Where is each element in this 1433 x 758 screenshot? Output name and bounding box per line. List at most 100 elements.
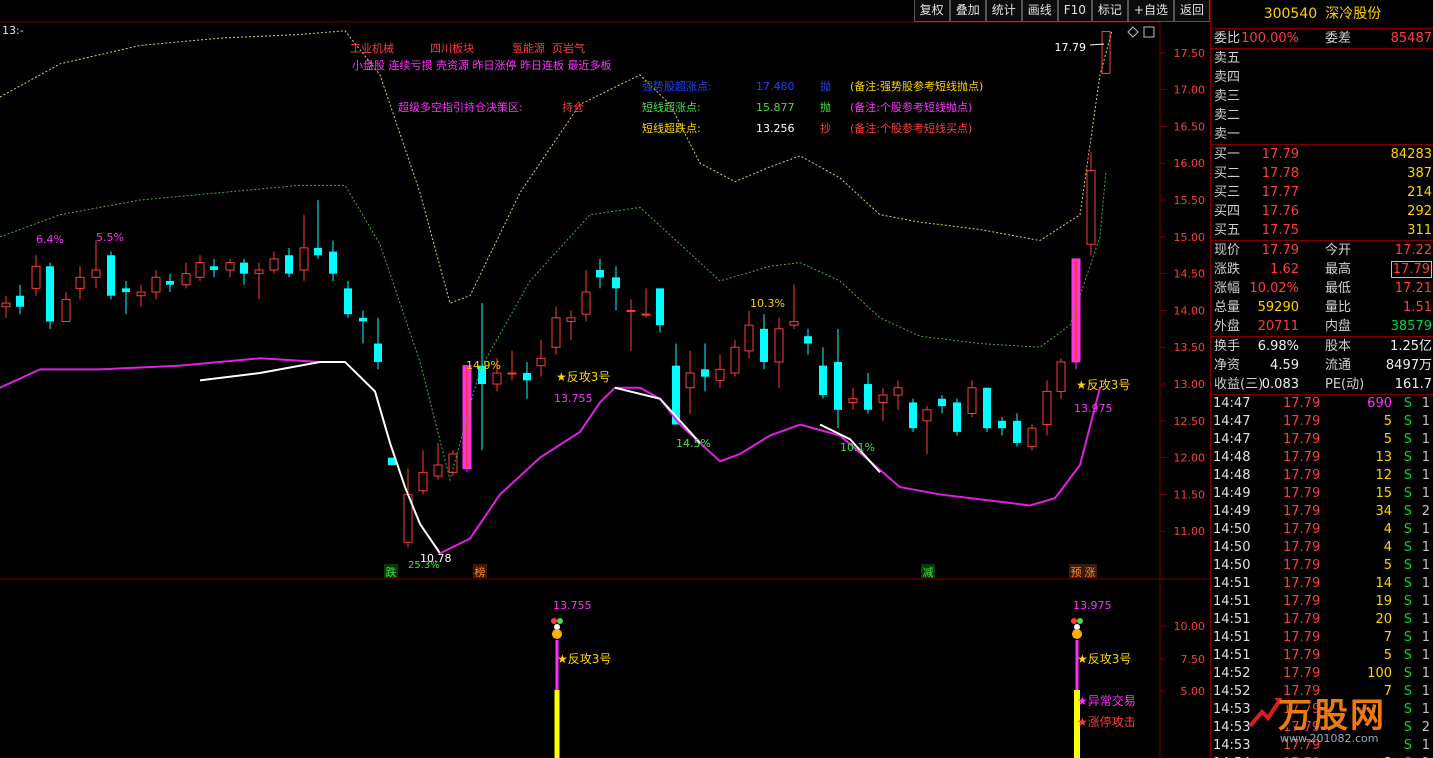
- stat-label-2: 量比: [1325, 300, 1352, 315]
- tick-count: 1: [1421, 630, 1430, 645]
- candle-body: [1027, 427, 1037, 448]
- candle-body: [1013, 420, 1021, 443]
- tick-price: 17.79: [1283, 666, 1321, 681]
- weicha-value: 85487: [1390, 31, 1432, 46]
- tick-side: S: [1403, 522, 1412, 537]
- tick-time: 14:49: [1213, 486, 1251, 501]
- tick-row[interactable]: 14:47 17.79 5 S 1: [1211, 431, 1433, 449]
- weicha-label: 委差: [1325, 31, 1352, 46]
- stat-row: 现价 17.79 今开 17.22: [1211, 241, 1433, 260]
- candle-body: [596, 269, 604, 278]
- draw-line-button[interactable]: 画线: [1021, 0, 1058, 22]
- price-axis-label: 13.50: [1174, 341, 1206, 354]
- tick-list[interactable]: 14:47 17.79 690 S 1 14:47 17.79 5 S 1 14:47 17.79 5 S…: [1211, 395, 1433, 758]
- stat-label: 现价: [1214, 243, 1241, 258]
- restore-right-button[interactable]: 复权: [913, 0, 950, 22]
- candle-body: [626, 309, 636, 312]
- tick-time: 14:49: [1213, 504, 1251, 519]
- tick-row[interactable]: 14:53 17.79 S 1: [1211, 737, 1433, 755]
- tick-row[interactable]: 14:53 17.79 S 2: [1211, 719, 1433, 737]
- candle-body: [122, 288, 130, 293]
- tick-row[interactable]: 14:52 17.79 100 S 1: [1211, 665, 1433, 683]
- stat-label-2: 最高: [1325, 262, 1352, 277]
- candle-body: [551, 317, 561, 348]
- bid-row[interactable]: 买二 17.78 387: [1211, 164, 1433, 183]
- stat-row: 外盘 20711 内盘 38579: [1211, 317, 1433, 336]
- tick-count: 1: [1421, 414, 1430, 429]
- tick-row[interactable]: 14:50 17.79 5 S 1: [1211, 557, 1433, 575]
- tick-row[interactable]: 14:48 17.79 13 S 1: [1211, 449, 1433, 467]
- signal-label: 强势股超涨点:: [642, 79, 712, 93]
- tick-volume: 20: [1375, 612, 1392, 627]
- tick-count: 1: [1421, 396, 1430, 411]
- stat-value-2: 17.22: [1394, 243, 1432, 258]
- tick-side: S: [1403, 540, 1412, 555]
- tick-row[interactable]: 14:51 17.79 5 S 1: [1211, 647, 1433, 665]
- tick-row[interactable]: 14:50 17.79 4 S 1: [1211, 539, 1433, 557]
- candle-body: [314, 247, 322, 256]
- mark-button[interactable]: 标记: [1091, 0, 1128, 22]
- stat-row: 涨幅 10.02% 最低 17.21: [1211, 279, 1433, 298]
- price-stats: 现价 17.79 今开 17.22 涨跌 1.62 最高 17.79 涨幅 10.02% 最低 17.…: [1211, 241, 1433, 337]
- tick-count: 1: [1421, 738, 1430, 753]
- f10-button[interactable]: F10: [1057, 0, 1092, 22]
- stock-header[interactable]: 300540 深冷股份: [1211, 0, 1433, 29]
- candle-body: [151, 276, 161, 293]
- high-price-marker: 17.79: [1055, 41, 1087, 54]
- candle-body: [107, 255, 115, 296]
- overlay-button[interactable]: 叠加: [949, 0, 986, 22]
- candle-body: [254, 269, 264, 275]
- tick-side: S: [1403, 432, 1412, 447]
- bottom-tag: 跌: [386, 565, 397, 579]
- tick-row[interactable]: 14:51 17.79 14 S 1: [1211, 575, 1433, 593]
- ask-row[interactable]: 卖五: [1211, 49, 1433, 68]
- tick-count: 1: [1421, 666, 1430, 681]
- ask-row[interactable]: 卖三: [1211, 87, 1433, 106]
- indicator-axis-label: 10.00: [1174, 620, 1206, 633]
- tick-row[interactable]: 14:49 17.79 34 S 2: [1211, 503, 1433, 521]
- candle-body: [685, 372, 695, 389]
- tick-price: 17.79: [1283, 576, 1321, 591]
- attack-price: 13.975: [1074, 402, 1113, 415]
- tick-row[interactable]: 14:52 17.79 7 S 1: [1211, 683, 1433, 701]
- signal-label: 短线超涨点:: [642, 100, 701, 114]
- bid-volume: 311: [1407, 223, 1432, 238]
- bid-row[interactable]: 买四 17.76 292: [1211, 202, 1433, 221]
- kline-chart-svg[interactable]: 17.50 17.00 16.50 16.00 15.50 15.00 14.50 14.00…: [0, 0, 1210, 758]
- bid-row[interactable]: 买一 17.79 84283: [1211, 145, 1433, 164]
- tick-row[interactable]: 14:50 17.79 4 S 1: [1211, 521, 1433, 539]
- back-button[interactable]: 返回: [1173, 0, 1210, 22]
- bid-volume: 214: [1407, 185, 1432, 200]
- indicator-attack-label: ★反攻3号: [1077, 652, 1131, 666]
- tick-volume: 15: [1375, 486, 1392, 501]
- bid-row[interactable]: 买三 17.77 214: [1211, 183, 1433, 202]
- tick-price: 17.79: [1283, 396, 1321, 411]
- tick-row[interactable]: 14:51 17.79 20 S 1: [1211, 611, 1433, 629]
- tick-time: 14:51: [1213, 576, 1251, 591]
- tick-price: 17.79: [1283, 414, 1321, 429]
- tick-row[interactable]: 14:47 17.79 5 S 1: [1211, 413, 1433, 431]
- statistics-button[interactable]: 统计: [985, 0, 1022, 22]
- kline-chart-area[interactable]: 17.50 17.00 16.50 16.00 15.50 15.00 14.50 14.00…: [0, 0, 1210, 758]
- tick-price: 17.79: [1283, 504, 1321, 519]
- add-watchlist-button[interactable]: +自选: [1127, 0, 1174, 22]
- tick-row[interactable]: 14:49 17.79 15 S 1: [1211, 485, 1433, 503]
- ask-row[interactable]: 卖一: [1211, 125, 1433, 144]
- tick-row[interactable]: 14:47 17.79 690 S 1: [1211, 395, 1433, 413]
- bid-price: 17.75: [1261, 223, 1299, 238]
- period-label: 13:-: [2, 24, 24, 37]
- stat-row: 总量 59290 量比 1.51: [1211, 298, 1433, 317]
- bid-row[interactable]: 买五 17.75 311: [1211, 221, 1433, 240]
- tick-price: 17.79: [1283, 468, 1321, 483]
- signal-note: (备注:强势股参考短线抛点): [850, 79, 983, 93]
- candle-body: [983, 387, 991, 429]
- tick-side: S: [1403, 684, 1412, 699]
- signal-dot-green: [557, 618, 563, 624]
- ask-row[interactable]: 卖二: [1211, 106, 1433, 125]
- tick-row[interactable]: 14:48 17.79 12 S 1: [1211, 467, 1433, 485]
- info-value: 0.083: [1261, 377, 1299, 392]
- tick-row[interactable]: 14:51 17.79 7 S 1: [1211, 629, 1433, 647]
- ask-row[interactable]: 卖四: [1211, 68, 1433, 87]
- tick-row[interactable]: 14:51 17.79 19 S 1: [1211, 593, 1433, 611]
- tick-row[interactable]: 14:53 17.79 S 1: [1211, 701, 1433, 719]
